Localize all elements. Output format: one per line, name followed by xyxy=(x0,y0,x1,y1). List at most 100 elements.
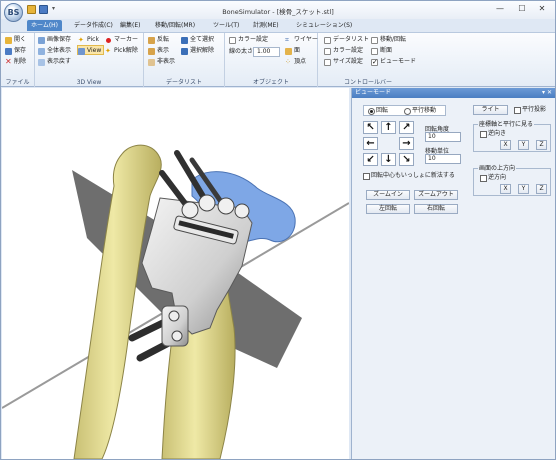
close-button[interactable]: ✕ xyxy=(533,3,551,15)
color-setting-check-label: カラー設定 xyxy=(333,47,364,54)
wire-label: ワイヤー xyxy=(294,36,318,43)
view-label: View xyxy=(87,47,102,54)
size-setting-check[interactable]: サイズ設定 xyxy=(324,57,363,67)
vertex-label: 頂点 xyxy=(294,58,307,65)
rotate-center-checkbox[interactable]: 回転中心もいっしょに新法する xyxy=(363,172,455,180)
maximize-button[interactable]: ☐ xyxy=(513,3,531,15)
move-rotate-check[interactable]: 移動/回転 xyxy=(371,35,406,45)
hide-label: 非表示 xyxy=(157,58,176,65)
select-all-label: 全て選択 xyxy=(190,36,215,43)
marker-label: マーカー xyxy=(114,36,139,43)
translate-radio[interactable]: 平行移動 xyxy=(404,107,436,115)
color-setting-checkbox[interactable] xyxy=(324,48,331,55)
datalist-check[interactable]: データリスト xyxy=(324,35,369,45)
rotate-radio[interactable]: 回転 xyxy=(368,107,388,115)
face-button[interactable]: 面 xyxy=(285,46,300,56)
arrow-down-left-button[interactable]: ↙ xyxy=(363,153,378,166)
up-x-button[interactable]: X xyxy=(500,184,511,194)
face-label: 面 xyxy=(294,47,301,54)
ribbon-group-file: 開く 保存 ✕ 削除 ファイル xyxy=(1,33,35,87)
deselect-label: 選択解除 xyxy=(190,47,215,54)
show-back-label: 表示戻す xyxy=(47,58,72,65)
move-unit-input[interactable]: 10 xyxy=(425,154,461,164)
axis-x-button[interactable]: X xyxy=(500,140,511,150)
axis-reverse-checkbox[interactable]: 逆向き xyxy=(480,130,506,138)
panel-header-controls[interactable]: ▾ ✕ xyxy=(542,88,552,98)
deselect-button[interactable]: 選択解除 xyxy=(181,46,214,56)
ribbon: 開く 保存 ✕ 削除 ファイル 画像保存 ✦ Pick マーカー 全体表示 Vi… xyxy=(1,32,555,87)
show-all-icon xyxy=(38,48,45,55)
delete-label: 削除 xyxy=(14,58,27,65)
arrow-down-right-button[interactable]: ↘ xyxy=(399,153,414,166)
vertex-button[interactable]: ⁘ 頂点 xyxy=(285,57,306,67)
section-checkbox[interactable] xyxy=(371,48,378,55)
save-image-label: 画像保存 xyxy=(47,36,72,43)
show-all-button[interactable]: 全体表示 xyxy=(38,46,71,56)
datalist-checkbox[interactable] xyxy=(324,37,331,44)
color-setting-check[interactable]: カラー設定 xyxy=(324,46,363,56)
pick-button[interactable]: ✦ Pick xyxy=(78,35,99,45)
rotate-left-button[interactable]: 左回転 xyxy=(366,204,410,214)
tab-home[interactable]: ホーム(H) xyxy=(27,20,63,31)
tab-edit[interactable]: 編集(E) xyxy=(116,20,144,31)
line-width-input[interactable]: 1.00 xyxy=(253,47,280,57)
up-z-button[interactable]: Z xyxy=(536,184,547,194)
arrow-up-button[interactable]: ↑ xyxy=(381,121,396,134)
screen-up-title: 画面の上方向 xyxy=(478,165,517,172)
size-setting-checkbox[interactable] xyxy=(324,59,331,66)
delete-button[interactable]: ✕ 削除 xyxy=(5,57,26,67)
show-button[interactable]: 表示 xyxy=(148,46,169,56)
group-label-datalist: データリスト xyxy=(165,79,202,86)
view-mode-check[interactable]: ✓ ビューモード xyxy=(371,57,416,67)
title-bar: BS ▾ BoneSimulator - [検骨_スケット.stl] — ☐ ✕ xyxy=(1,1,555,22)
tab-data-create[interactable]: データ作成(C) xyxy=(70,20,117,31)
minimize-button[interactable]: — xyxy=(491,3,509,15)
zoom-out-button[interactable]: ズームアウト xyxy=(414,190,458,200)
show-back-button[interactable]: 表示戻す xyxy=(38,57,71,67)
hide-button[interactable]: 非表示 xyxy=(148,57,175,67)
rotate-right-button[interactable]: 右回転 xyxy=(414,204,458,214)
axis-y-button[interactable]: Y xyxy=(518,140,529,150)
ribbon-group-3dview: 画像保存 ✦ Pick マーカー 全体表示 View ✦ Pick解除 表示戻す 3… xyxy=(35,33,144,87)
open-folder-icon xyxy=(5,37,12,44)
open-button[interactable]: 開く xyxy=(5,35,26,45)
datalist-check-label: データリスト xyxy=(333,36,370,43)
screen-up-reverse-checkbox[interactable]: 逆方向 xyxy=(480,174,506,182)
view-mode-checkbox[interactable]: ✓ xyxy=(371,59,378,66)
section-check[interactable]: 断面 xyxy=(371,46,392,56)
tab-tools[interactable]: ツール(T) xyxy=(209,20,243,31)
color-setting-button[interactable]: カラー設定 xyxy=(229,35,268,45)
pick-release-button[interactable]: ✦ Pick解除 xyxy=(105,46,138,56)
wire-button[interactable]: ⌗ ワイヤー xyxy=(285,35,318,45)
show-back-icon xyxy=(38,59,45,66)
arrow-right-button[interactable]: → xyxy=(399,137,414,150)
select-all-icon xyxy=(181,37,188,44)
parallel-projection-checkbox[interactable]: 平行投影 xyxy=(514,106,546,114)
3d-viewport[interactable] xyxy=(2,88,349,459)
axis-z-button[interactable]: Z xyxy=(536,140,547,150)
up-y-button[interactable]: Y xyxy=(518,184,529,194)
light-button[interactable]: ライト xyxy=(473,105,508,115)
select-all-button[interactable]: 全て選択 xyxy=(181,35,214,45)
arrow-down-button[interactable]: ↓ xyxy=(381,153,396,166)
rotation-angle-input[interactable]: 10 xyxy=(425,132,461,142)
zoom-in-button[interactable]: ズームイン xyxy=(366,190,410,200)
group-label-file: ファイル xyxy=(5,79,30,86)
tab-move-rotate[interactable]: 移動/回転(MR) xyxy=(151,20,199,31)
move-rotate-checkbox[interactable] xyxy=(371,37,378,44)
view-button[interactable]: View xyxy=(77,45,105,55)
size-setting-check-label: サイズ設定 xyxy=(333,58,363,65)
arrow-up-left-button[interactable]: ↖ xyxy=(363,121,378,134)
invert-button[interactable]: 反転 xyxy=(148,35,169,45)
app-logo-button[interactable]: BS xyxy=(4,3,23,22)
view-icon xyxy=(78,48,85,55)
arrow-up-right-button[interactable]: ↗ xyxy=(399,121,414,134)
marker-button[interactable]: マーカー xyxy=(105,35,138,45)
view-mode-panel-title: ビューモード xyxy=(355,89,392,96)
3d-scene[interactable] xyxy=(2,88,349,459)
tab-simulation[interactable]: シミュレーション(S) xyxy=(292,20,356,31)
arrow-left-button[interactable]: ← xyxy=(363,137,378,150)
save-button[interactable]: 保存 xyxy=(5,46,26,56)
tab-measure[interactable]: 計測(ME) xyxy=(249,20,283,31)
save-image-button[interactable]: 画像保存 xyxy=(38,35,71,45)
